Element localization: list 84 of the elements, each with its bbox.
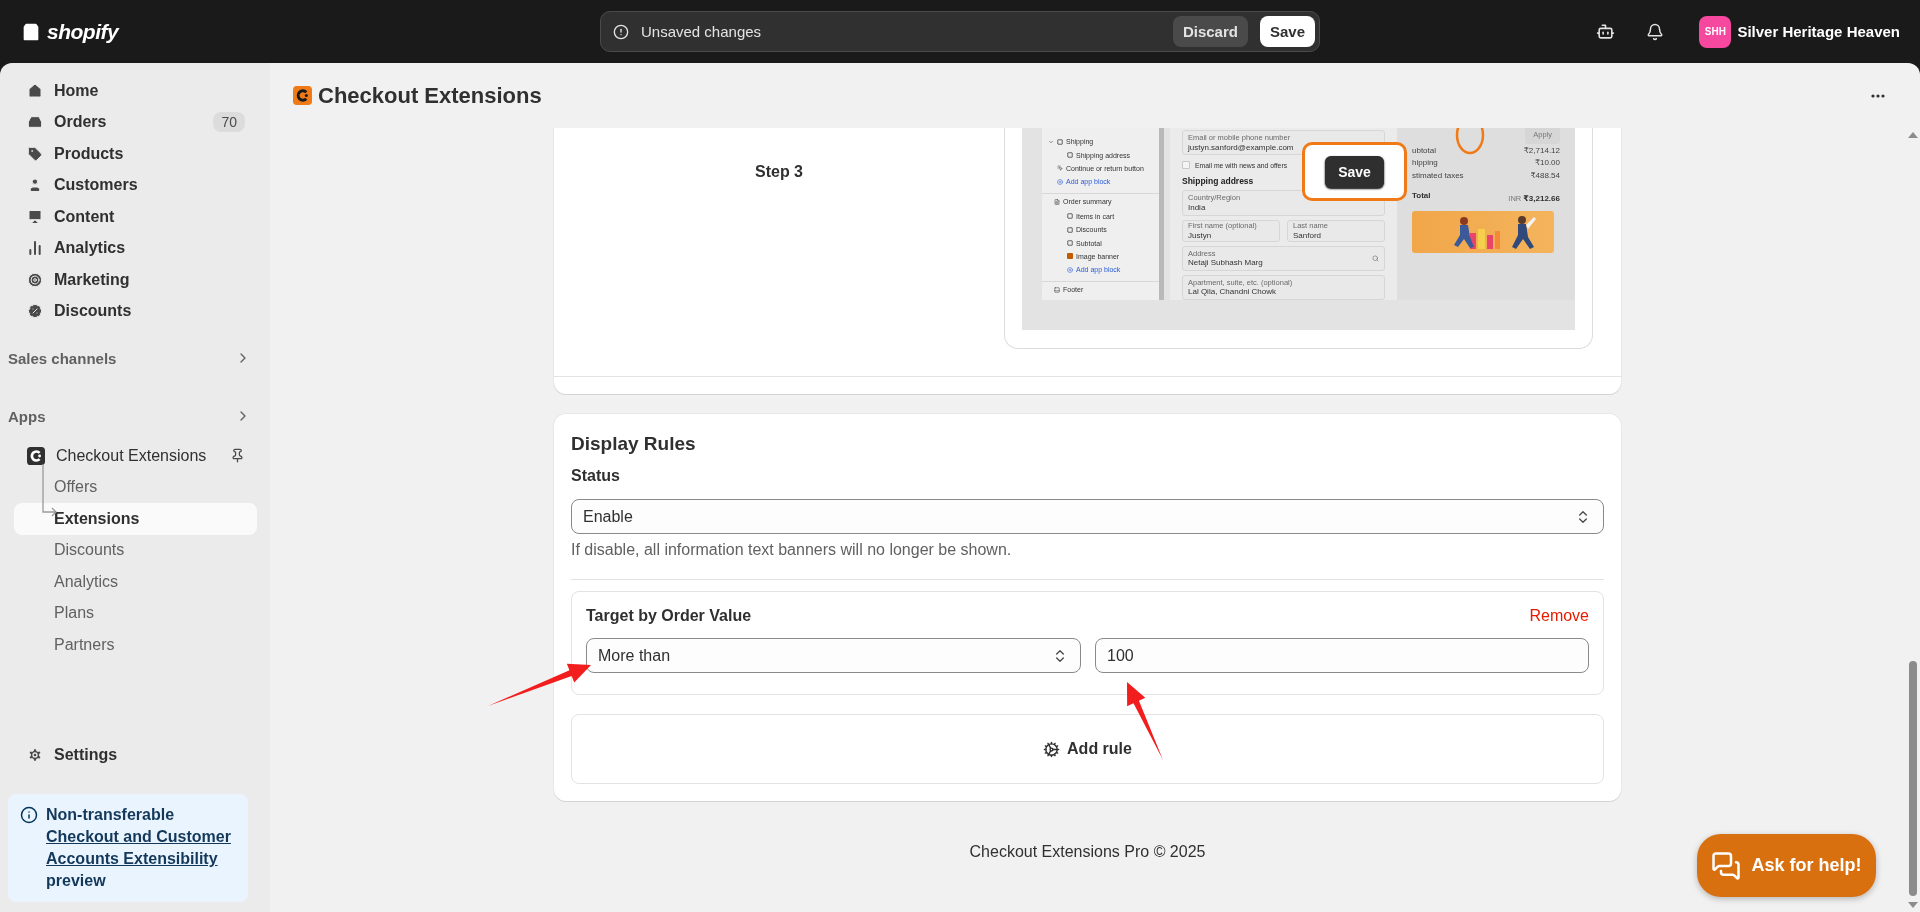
bell-icon <box>1646 22 1665 41</box>
app-nav-item[interactable]: Checkout Extensions <box>14 440 257 472</box>
summary-label: hipping <box>1412 158 1438 168</box>
field-value: justyn.sanford@example.com <box>1188 142 1295 153</box>
inbox-icon <box>27 114 43 131</box>
nav-item[interactable]: Customers <box>14 169 257 201</box>
total-label: Total <box>1412 191 1431 201</box>
settings-icon <box>27 747 43 764</box>
operator-select[interactable]: More than <box>586 638 1081 673</box>
summary-label: ubtotal <box>1412 145 1437 155</box>
count-badge: 70 <box>213 112 245 133</box>
sub-nav-item[interactable]: Analytics <box>14 566 257 598</box>
sub-nav-item[interactable]: Offers <box>14 471 257 503</box>
remove-link[interactable]: Remove <box>1529 607 1589 625</box>
nav-item[interactable]: Discounts <box>14 295 257 327</box>
value-input[interactable]: 100 <box>1095 638 1589 673</box>
nav-item[interactable]: Settings <box>14 739 257 771</box>
nav-item[interactable]: Orders 70 <box>14 106 257 138</box>
summary-amount: ₹2,714.12 <box>1523 145 1560 155</box>
field-value: Sanford <box>1293 230 1323 240</box>
field-value: Justyn <box>1188 230 1213 240</box>
nav-item[interactable]: Home <box>14 75 257 107</box>
sub-nav-item[interactable]: Plans <box>14 597 257 629</box>
chevron-icon[interactable] <box>1048 138 1054 145</box>
alert-icon <box>613 23 629 40</box>
section-heading: Shipping address <box>1182 176 1255 187</box>
person-icon <box>27 177 43 194</box>
footer-text: Checkout Extensions Pro © 2025 <box>968 843 1207 861</box>
nav-item[interactable]: Products <box>14 138 257 170</box>
app-block-icon <box>1067 253 1073 260</box>
bar-chart-icon <box>27 240 43 257</box>
nav-item[interactable]: Analytics <box>14 232 257 264</box>
target-icon <box>27 271 43 288</box>
summary-label: stimated taxes <box>1412 171 1464 180</box>
add-icon <box>1067 266 1073 273</box>
notice-text: Non-transferable Checkout and Customer Accounts Extensibility preview <box>46 804 238 892</box>
scroll-thumb[interactable] <box>1908 661 1917 896</box>
field-value: India <box>1188 202 1207 213</box>
chat-icon <box>1711 850 1742 881</box>
field-label: Status <box>571 466 621 486</box>
info-icon <box>20 806 38 824</box>
save-button[interactable]: Save <box>1259 16 1315 47</box>
app-logo-icon <box>293 86 312 105</box>
section-icon <box>1054 198 1060 205</box>
unsaved-message: Unsaved changes <box>641 23 763 40</box>
nav-item[interactable]: Marketing <box>14 264 257 296</box>
logo-text[interactable]: shopify <box>47 19 119 44</box>
add-rule-button[interactable]: Add rule <box>571 714 1604 784</box>
percent-badge-icon <box>27 303 43 320</box>
sub-nav-item[interactable]: Partners <box>14 629 257 661</box>
card-title: Display Rules <box>571 432 697 456</box>
summary-amount: ₹10.00 <box>1534 158 1560 168</box>
step-label: Step 3 <box>754 162 804 182</box>
robot-icon <box>1595 22 1615 41</box>
home-icon <box>27 82 43 99</box>
rule-title: Target by Order Value <box>586 607 752 625</box>
checkbox[interactable] <box>1182 161 1190 170</box>
pointer-icon <box>1057 165 1063 172</box>
sub-nav-item[interactable]: Extensions <box>14 503 257 535</box>
gear-icon <box>1043 740 1061 758</box>
status-select[interactable]: Enable <box>571 499 1604 534</box>
store-name[interactable]: Silver Heritage Heaven <box>1737 23 1900 40</box>
pin-icon[interactable] <box>230 448 245 464</box>
help-text: If disable, all information text banners will no longer be shown. <box>571 540 1013 560</box>
sub-nav-item[interactable]: Discounts <box>14 534 257 566</box>
more-icon <box>1871 93 1885 98</box>
shopping-bag-icon <box>20 20 42 43</box>
display-icon <box>27 208 43 225</box>
scroll-down-icon[interactable] <box>1907 902 1918 908</box>
field-value: Lal Qila, Chandni Chowk <box>1188 287 1278 297</box>
page-title: Checkout Extensions <box>318 82 543 109</box>
app-logo-icon <box>27 446 45 465</box>
footer-icon <box>1054 286 1060 293</box>
add-icon <box>1057 178 1063 185</box>
total-amount: ₹3,212.66 <box>1523 193 1560 203</box>
discard-button[interactable]: Discard <box>1172 16 1248 47</box>
search-icon <box>1372 254 1379 262</box>
tag-icon <box>27 145 43 162</box>
summary-amount: ₹488.54 <box>1530 171 1560 180</box>
field-value: Netaji Subhash Marg <box>1188 258 1264 268</box>
scroll-up-icon[interactable] <box>1907 132 1918 138</box>
section-header[interactable]: Sales channels <box>8 342 263 374</box>
section-header[interactable]: Apps <box>8 400 263 432</box>
nav-item[interactable]: Content <box>14 201 257 233</box>
